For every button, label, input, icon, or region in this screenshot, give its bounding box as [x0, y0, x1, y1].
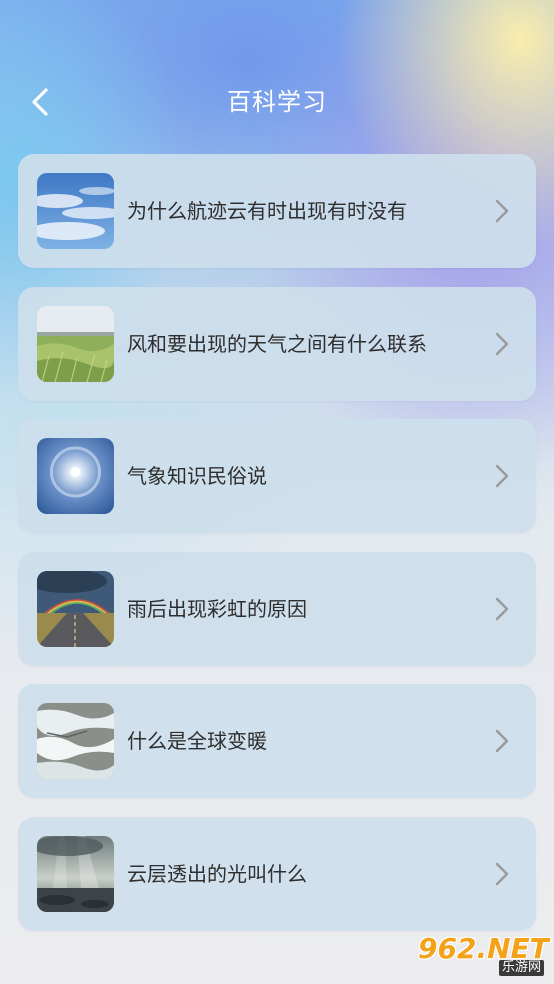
- sun-rays-clouds-image: [37, 835, 114, 912]
- chevron-right-icon: [495, 729, 509, 753]
- chevron-right-icon: [495, 464, 509, 488]
- chevron-right-icon: [495, 862, 509, 885]
- article-card[interactable]: 雨后出现彩虹的原因: [18, 551, 536, 666]
- chevron-right-icon: [495, 199, 509, 223]
- chevron-right-icon: [495, 332, 509, 355]
- sun-halo-image: [37, 438, 114, 514]
- article-card[interactable]: 气象知识民俗说: [18, 419, 536, 533]
- article-card[interactable]: 云层透出的光叫什么: [18, 816, 536, 931]
- article-title: 雨后出现彩虹的原因: [127, 596, 307, 621]
- article-title: 云层透出的光叫什么: [127, 861, 307, 886]
- article-list: 为什么航迹云有时出现有时没有 风和要出现的天气之间有什么联系 气象知识民俗说 雨…: [18, 154, 536, 949]
- rainbow-road-image: [37, 570, 114, 647]
- article-card[interactable]: 为什么航迹云有时出现有时没有: [18, 154, 536, 268]
- article-card[interactable]: 风和要出现的天气之间有什么联系: [18, 286, 536, 401]
- chevron-right-icon: [495, 597, 509, 620]
- article-title: 气象知识民俗说: [127, 464, 267, 488]
- article-card[interactable]: 什么是全球变暖: [18, 684, 536, 798]
- watermark-sub-text: 乐游网: [498, 960, 544, 976]
- melting-ice-image: [37, 703, 114, 779]
- wheat-field-image: [37, 305, 114, 382]
- page-title: 百科学习: [227, 88, 327, 116]
- article-title: 风和要出现的天气之间有什么联系: [127, 331, 427, 356]
- watermark-logo: 962.NET 乐游网: [414, 934, 550, 978]
- blue-sky-clouds-image: [37, 173, 114, 249]
- page: 百科学习 为什么航迹云有时出现有时没有 风和要出现的天气之间有什么联系 气象知识…: [0, 0, 554, 984]
- article-title: 为什么航迹云有时出现有时没有: [127, 199, 407, 223]
- article-title: 什么是全球变暖: [127, 729, 267, 753]
